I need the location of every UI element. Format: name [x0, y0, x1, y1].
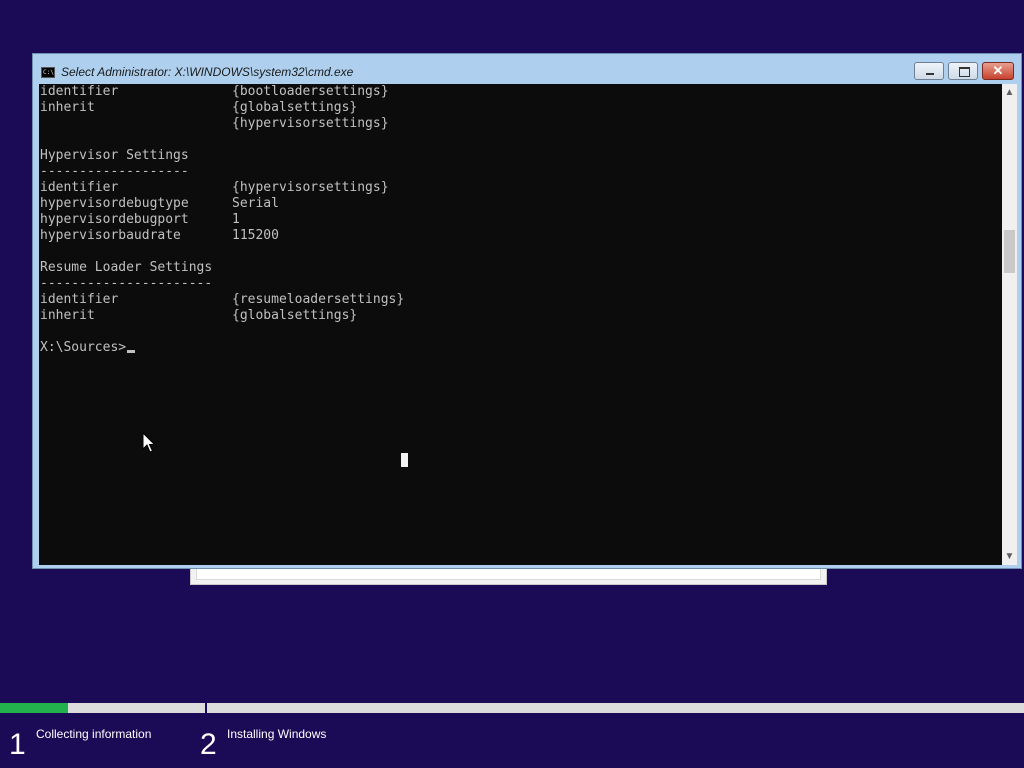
console-line: identifier {resumeloadersettings}	[40, 292, 404, 308]
setup-dialog-inner	[196, 568, 821, 580]
console-line-key: inherit	[40, 308, 95, 323]
vertical-scrollbar[interactable]: ▲ ▼	[1002, 84, 1017, 565]
console-line: hypervisordebugport 1	[40, 212, 404, 228]
console-line-key: Resume Loader Settings	[40, 260, 213, 275]
cmd-window[interactable]: C:\ Select Administrator: X:\WINDOWS\sys…	[32, 53, 1022, 569]
setup-dialog-behind	[190, 568, 827, 585]
console-prompt: X:\Sources>	[40, 340, 127, 355]
console-line-key: identifier	[40, 292, 119, 307]
console-line-value: 115200	[232, 228, 279, 243]
console-line: identifier {hypervisorsettings}	[40, 180, 404, 196]
console-line: Resume Loader Settings	[40, 260, 404, 276]
console-line-value: 1	[232, 212, 240, 227]
scroll-thumb[interactable]	[1004, 230, 1015, 273]
console-line-value: {bootloadersettings}	[232, 84, 389, 99]
console-line-key: inherit	[40, 100, 95, 115]
prompt-caret	[127, 350, 136, 353]
progress-fill	[0, 703, 68, 713]
console-line-value: {globalsettings}	[232, 100, 358, 115]
maximize-button[interactable]	[948, 62, 978, 80]
console-line-value: {hypervisorsettings}	[232, 116, 389, 131]
console-line: ----------------------	[40, 276, 404, 292]
scroll-down-icon[interactable]: ▼	[1002, 548, 1017, 565]
step-label: Collecting information	[36, 727, 152, 741]
progress-segment-collecting	[0, 703, 207, 713]
console-line-value: {hypervisorsettings}	[232, 180, 389, 195]
console-line-key: hypervisordebugtype	[40, 196, 189, 211]
console-line: inherit {globalsettings}	[40, 308, 404, 324]
console-line-value: Serial	[232, 196, 279, 211]
console-line: Hypervisor Settings	[40, 148, 404, 164]
console-line-key: ----------------------	[40, 276, 213, 291]
cmd-icon-glyph: C:\	[43, 69, 54, 76]
console-line-key: Hypervisor Settings	[40, 148, 189, 163]
console-line: -------------------	[40, 164, 404, 180]
step-number: 2	[200, 728, 217, 761]
console-line: hypervisorbaudrate 115200	[40, 228, 404, 244]
console-output[interactable]: identifier {bootloadersettings} inherit {gl…	[39, 84, 1002, 565]
console-line: inherit {globalsettings}	[40, 100, 404, 116]
minimize-icon	[926, 73, 934, 75]
close-button[interactable]: ✕	[982, 62, 1014, 80]
console-line-key: identifier	[40, 180, 119, 195]
console-line-key: identifier	[40, 84, 119, 99]
console-line: hypervisordebugtype Serial	[40, 196, 404, 212]
console-line: {hypervisorsettings}	[40, 116, 404, 132]
scroll-up-icon[interactable]: ▲	[1002, 84, 1017, 101]
minimize-button[interactable]	[914, 62, 944, 80]
cmd-console-icon[interactable]: C:\	[41, 67, 55, 78]
step-number: 1	[9, 728, 26, 761]
maximize-icon	[959, 67, 970, 77]
title-bar[interactable]: C:\ Select Administrator: X:\WINDOWS\sys…	[33, 54, 1021, 84]
console-prompt-line[interactable]: X:\Sources>	[40, 340, 404, 356]
text-cursor	[401, 453, 408, 467]
close-icon: ✕	[992, 63, 1004, 78]
window-title: Select Administrator: X:\WINDOWS\system3…	[61, 65, 354, 79]
console-line-value: {resumeloadersettings}	[232, 292, 405, 307]
setup-progress-bar	[0, 703, 1024, 713]
mouse-pointer-icon	[142, 432, 156, 453]
console-text: identifier {bootloadersettings} inherit {gl…	[40, 84, 404, 356]
console-line: identifier {bootloadersettings}	[40, 84, 404, 100]
step-label: Installing Windows	[227, 727, 327, 741]
console-line-key: hypervisorbaudrate	[40, 228, 181, 243]
progress-segment-installing	[210, 703, 1024, 713]
console-line-value: {globalsettings}	[232, 308, 358, 323]
console-line-key: hypervisordebugport	[40, 212, 189, 227]
console-line-key: -------------------	[40, 164, 189, 179]
